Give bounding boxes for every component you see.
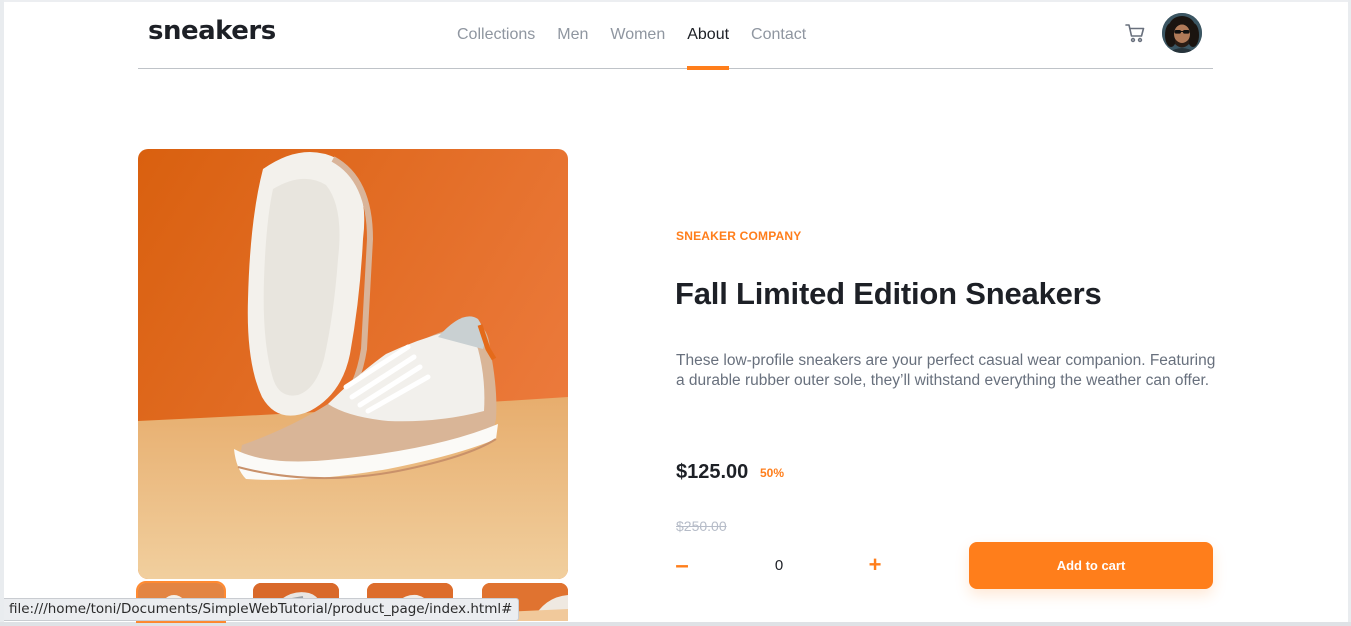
current-price: $125.00 xyxy=(676,461,749,483)
quantity-value: 0 xyxy=(774,557,784,574)
window-bottom-edge xyxy=(0,622,1351,626)
add-to-cart-button[interactable]: Add to cart xyxy=(969,542,1213,589)
discount-badge: 50% xyxy=(760,466,785,480)
nav-item-women[interactable]: Women xyxy=(610,2,665,69)
cart-icon[interactable] xyxy=(1124,22,1146,44)
nav-item-collections[interactable]: Collections xyxy=(457,2,535,69)
avatar[interactable] xyxy=(1162,13,1202,53)
original-price: $250.00 xyxy=(676,518,727,534)
nav-item-contact[interactable]: Contact xyxy=(751,2,806,69)
window-left-edge xyxy=(0,0,4,626)
nav-item-about[interactable]: About xyxy=(687,2,729,70)
company-label: SNEAKER COMPANY xyxy=(676,229,802,243)
logo[interactable]: sneakers xyxy=(148,16,276,46)
browser-status-bar: file:///home/toni/Documents/SimpleWebTut… xyxy=(4,598,520,621)
product-image[interactable] xyxy=(138,149,568,579)
quantity-increase-button[interactable]: + xyxy=(864,550,886,580)
site-header: sneakers Collections Men Women About Con… xyxy=(138,2,1213,70)
nav-item-men[interactable]: Men xyxy=(557,2,588,69)
product-description: These low-profile sneakers are your perf… xyxy=(676,352,1216,389)
main-nav: Collections Men Women About Contact xyxy=(457,2,828,70)
quantity-decrease-button[interactable]: – xyxy=(672,551,692,581)
product-title: Fall Limited Edition Sneakers xyxy=(675,276,1102,311)
